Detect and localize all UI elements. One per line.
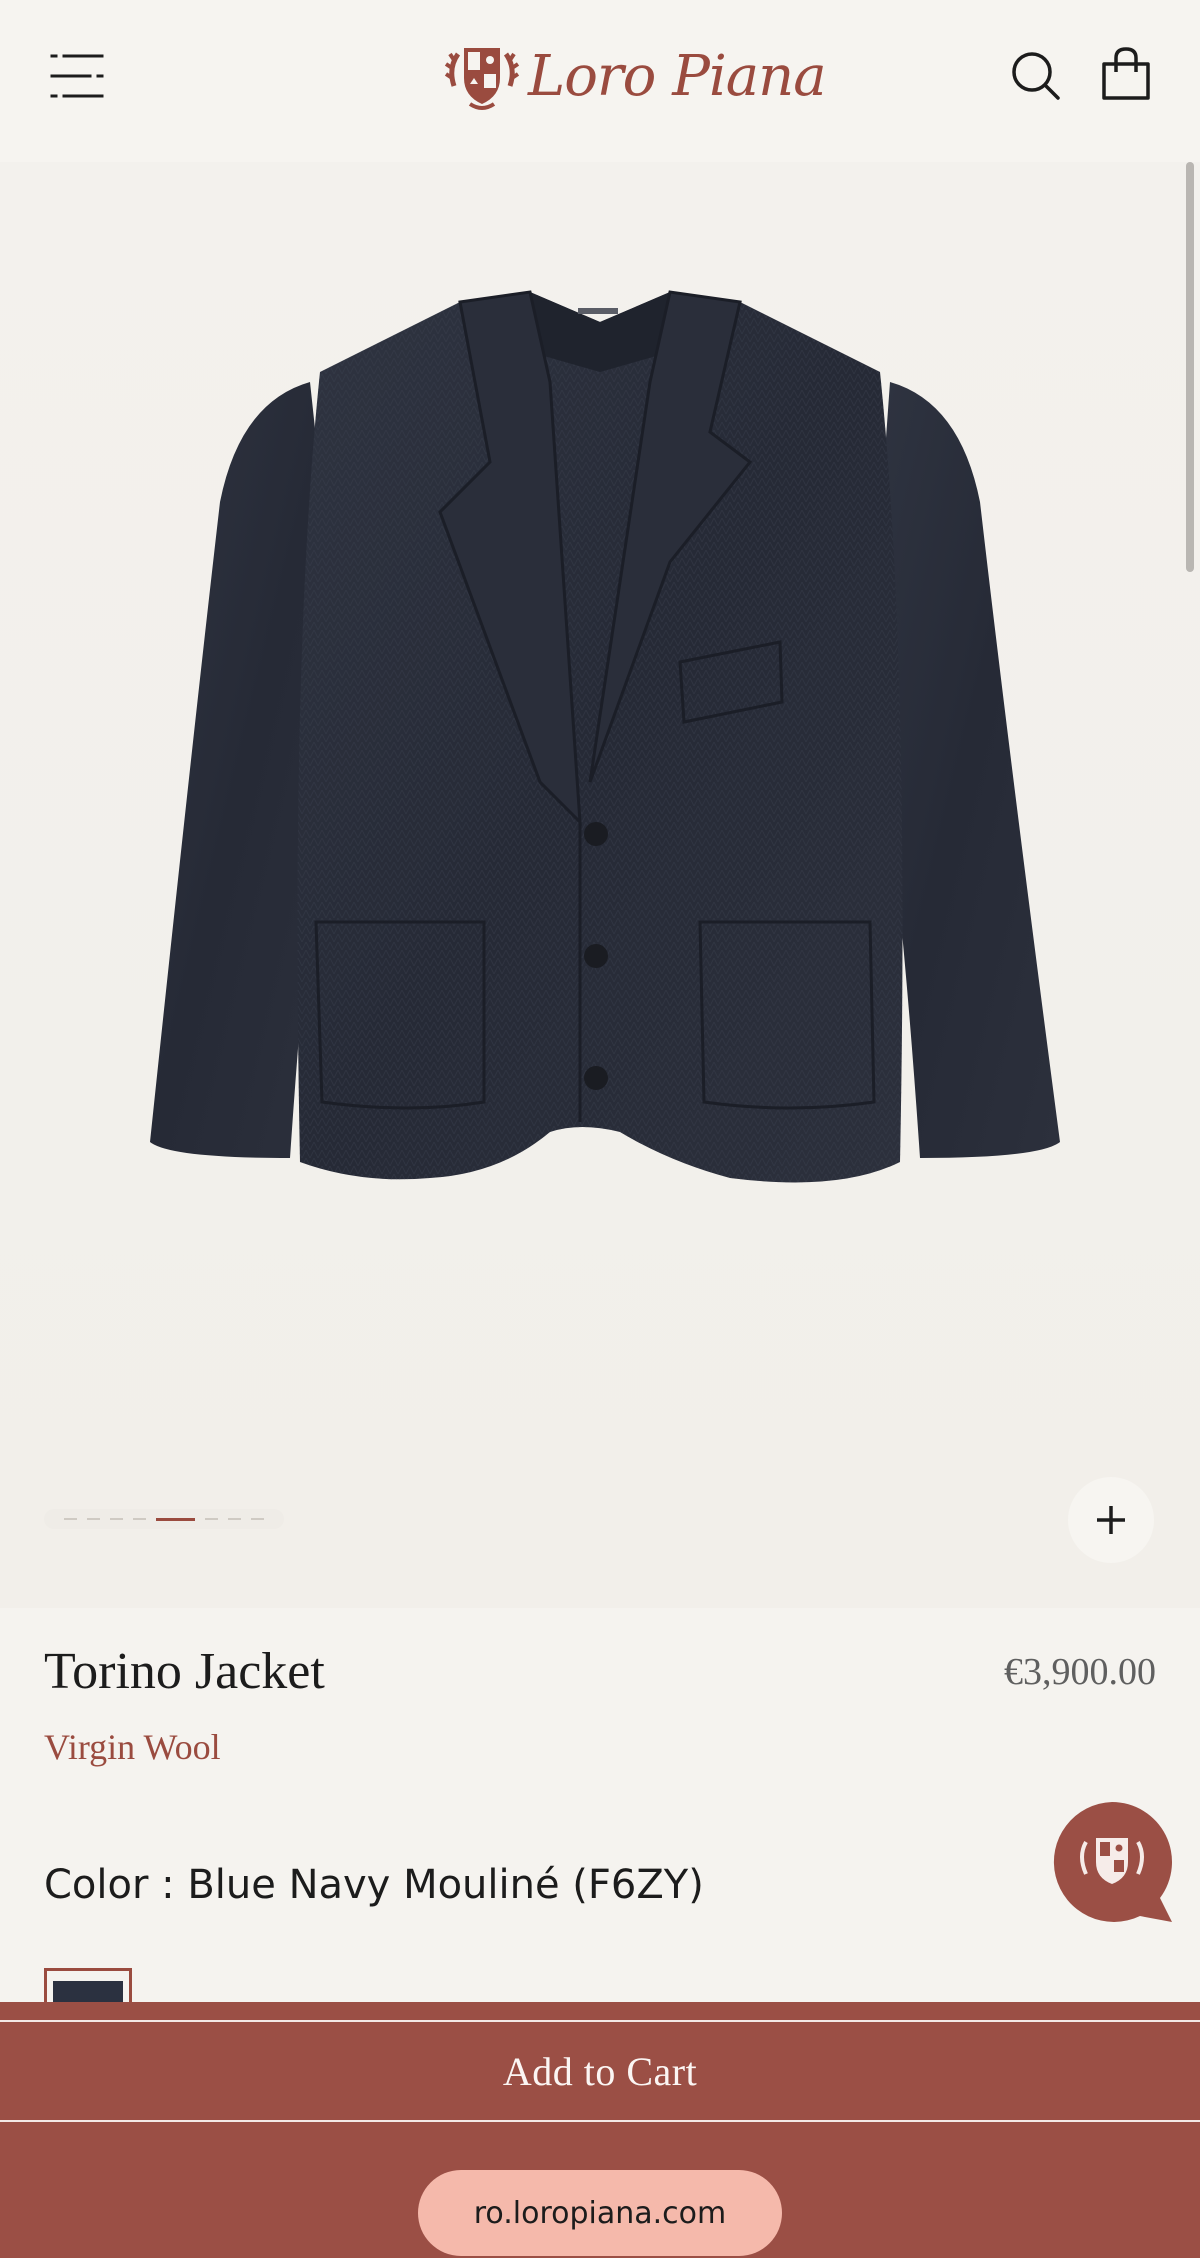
chat-assistant-button[interactable] bbox=[1050, 1800, 1174, 1926]
brand-name: Loro Piana bbox=[528, 44, 827, 109]
shopping-bag-icon[interactable] bbox=[1100, 46, 1152, 102]
zoom-button[interactable] bbox=[1068, 1477, 1154, 1563]
product-image bbox=[150, 290, 1060, 1183]
add-to-cart-button[interactable]: Add to Cart bbox=[0, 2020, 1200, 2122]
pager-dot[interactable] bbox=[64, 1518, 77, 1520]
product-price: €3,900.00 bbox=[1004, 1651, 1156, 1693]
pager-dot[interactable] bbox=[251, 1518, 264, 1520]
plus-icon bbox=[1097, 1506, 1125, 1534]
pager-dot[interactable] bbox=[205, 1518, 218, 1520]
top-header: Loro Piana bbox=[0, 0, 1200, 162]
product-gallery[interactable] bbox=[0, 162, 1200, 1608]
product-title: Torino Jacket bbox=[44, 1643, 325, 1700]
browser-url: ro.loropiana.com bbox=[473, 2195, 727, 2231]
menu-icon[interactable] bbox=[50, 52, 104, 100]
pager-dot[interactable] bbox=[228, 1518, 241, 1520]
pager-dot-active[interactable] bbox=[156, 1517, 195, 1521]
image-pager[interactable] bbox=[44, 1509, 284, 1529]
crest-icon bbox=[444, 48, 520, 110]
color-label: Color : Blue Navy Mouliné (F6ZY) bbox=[44, 1862, 704, 1908]
add-to-cart-label: Add to Cart bbox=[502, 2048, 698, 2094]
brand-logo[interactable]: Loro Piana bbox=[444, 36, 827, 116]
search-icon[interactable] bbox=[1010, 50, 1062, 102]
pager-dot[interactable] bbox=[110, 1518, 123, 1520]
page-scrollbar[interactable] bbox=[1186, 162, 1194, 572]
product-material: Virgin Wool bbox=[44, 1727, 221, 1767]
bottom-action-bar: Add to Cart ro.loropiana.com bbox=[0, 2002, 1200, 2258]
pager-dot[interactable] bbox=[87, 1518, 100, 1520]
pager-dot[interactable] bbox=[133, 1518, 146, 1520]
browser-url-bar[interactable]: ro.loropiana.com bbox=[418, 2170, 782, 2256]
